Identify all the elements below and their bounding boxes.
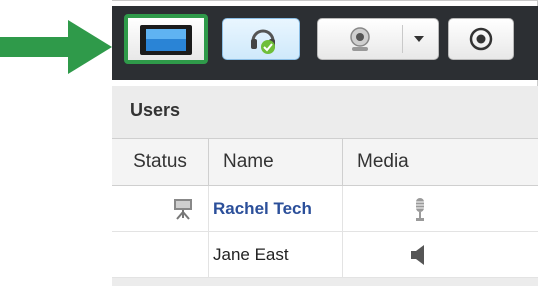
media-cell [342,186,538,231]
meeting-toolbar [112,6,538,80]
record-button[interactable] [448,18,514,60]
chevron-down-icon[interactable] [414,36,424,42]
microphone-icon [416,198,424,221]
column-header-name[interactable]: Name [208,139,342,185]
record-icon [469,27,493,51]
table-row[interactable]: Jane East [112,232,538,278]
column-header-media[interactable]: Media [342,139,538,185]
dropdown-divider [402,25,403,53]
headset-icon [251,29,275,54]
presenter-icon [174,199,192,220]
media-cell [342,232,538,277]
share-screen-button[interactable] [124,14,208,64]
webcam-button[interactable] [317,18,439,60]
users-panel: Users Status Name Media Rachel Tech Jane… [112,86,538,286]
user-name: Jane East [208,232,342,277]
annotation-arrow-icon [0,20,112,74]
monitor-icon [140,25,192,55]
speaker-icon [411,245,424,265]
audio-button[interactable] [222,18,300,60]
column-header-status[interactable]: Status [112,139,208,185]
status-cell [112,232,208,277]
table-row[interactable]: Rachel Tech [112,186,538,232]
webcam-icon [350,27,370,51]
status-cell [112,186,208,231]
user-name: Rachel Tech [208,186,342,231]
panel-title: Users [130,100,181,120]
users-table-header: Status Name Media [112,138,538,186]
